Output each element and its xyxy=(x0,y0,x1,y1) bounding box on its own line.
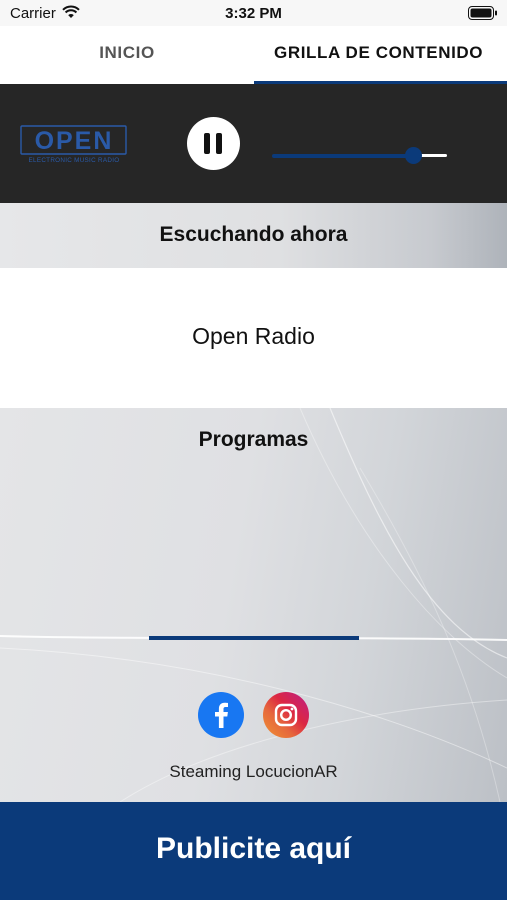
pause-button[interactable] xyxy=(187,117,240,170)
clock: 3:32 PM xyxy=(225,5,282,22)
pause-icon xyxy=(204,133,210,154)
battery-icon xyxy=(468,6,497,20)
footer-credit: Steaming LocucionAR xyxy=(169,762,338,781)
now-playing-title: Escuchando ahora xyxy=(159,223,348,246)
programs-section: Programas Steaming LocucionAR xyxy=(0,408,507,802)
svg-text:ELECTRONIC MUSIC RADIO: ELECTRONIC MUSIC RADIO xyxy=(29,157,120,164)
instagram-icon[interactable] xyxy=(263,692,309,738)
station-name: Open Radio xyxy=(192,323,315,349)
status-bar: Carrier 3:32 PM xyxy=(0,0,507,26)
radio-player: OPEN ELECTRONIC MUSIC RADIO xyxy=(0,84,507,203)
tab-bar: INICIO GRILLA DE CONTENIDO xyxy=(0,26,507,84)
now-playing-body: Open Radio xyxy=(0,268,507,408)
programs-title: Programas xyxy=(198,428,309,451)
station-logo: OPEN ELECTRONIC MUSIC RADIO xyxy=(20,125,127,164)
volume-slider-thumb[interactable] xyxy=(405,147,422,164)
tab-grilla-de-contenido[interactable]: GRILLA DE CONTENIDO xyxy=(254,26,507,84)
facebook-icon[interactable] xyxy=(198,692,244,738)
ad-banner[interactable]: Publicite aquí xyxy=(0,802,507,900)
programs-divider xyxy=(149,636,359,640)
now-playing-header: Escuchando ahora xyxy=(0,203,507,268)
volume-track-filled xyxy=(272,154,414,158)
tab-inicio[interactable]: INICIO xyxy=(0,26,254,84)
svg-text:OPEN: OPEN xyxy=(35,127,114,155)
background-waves xyxy=(0,408,507,802)
ad-banner-label: Publicite aquí xyxy=(155,832,352,865)
volume-slider[interactable] xyxy=(272,146,447,164)
